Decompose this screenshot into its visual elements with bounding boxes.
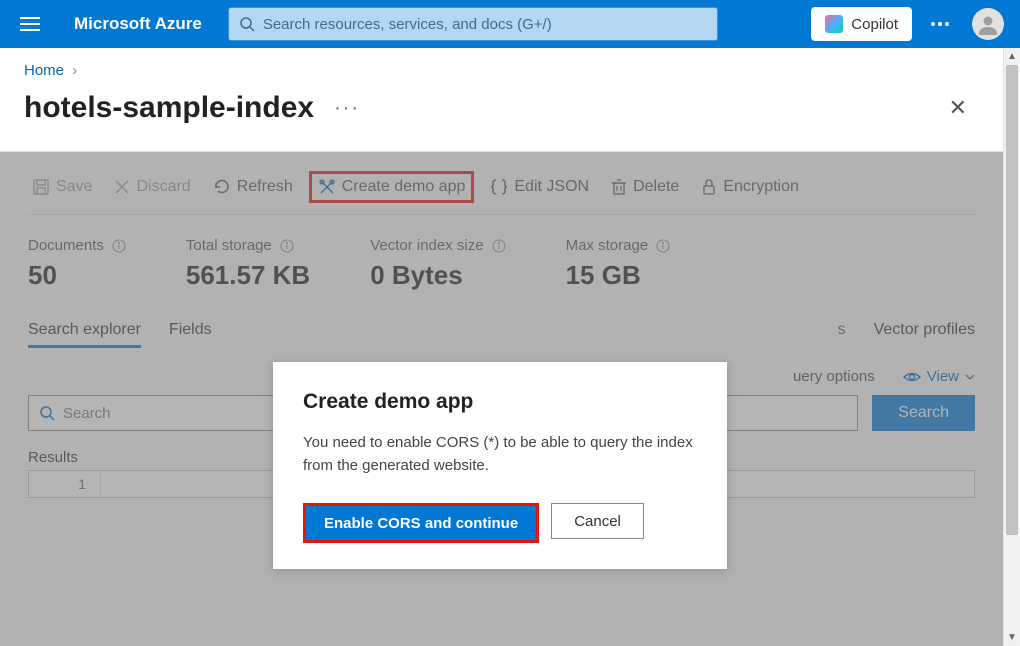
- copilot-label: Copilot: [851, 16, 898, 33]
- avatar-icon: [972, 8, 1004, 40]
- global-search[interactable]: [228, 7, 718, 41]
- account-avatar[interactable]: [968, 4, 1008, 44]
- menu-button[interactable]: [12, 6, 48, 42]
- scroll-up-button[interactable]: ▲: [1004, 48, 1020, 65]
- page-header: hotels-sample-index ··· ✕: [0, 85, 1003, 151]
- global-search-input[interactable]: [263, 16, 707, 33]
- vertical-scrollbar[interactable]: ▲ ▼: [1003, 48, 1020, 646]
- azure-topbar: Microsoft Azure Copilot: [0, 0, 1020, 48]
- modal-title: Create demo app: [303, 390, 697, 414]
- modal-body: You need to enable CORS (*) to be able t…: [303, 432, 697, 477]
- copilot-icon: [825, 15, 843, 33]
- more-menu[interactable]: [920, 4, 960, 44]
- breadcrumb: Home ›: [0, 48, 1003, 85]
- enable-cors-button[interactable]: Enable CORS and continue: [303, 503, 539, 543]
- breadcrumb-home[interactable]: Home: [24, 62, 64, 79]
- search-icon: [239, 16, 255, 32]
- scroll-down-button[interactable]: ▼: [1004, 629, 1020, 646]
- create-demo-modal: Create demo app You need to enable CORS …: [273, 362, 727, 569]
- copilot-button[interactable]: Copilot: [811, 7, 912, 41]
- chevron-right-icon: ›: [72, 62, 77, 79]
- page-title: hotels-sample-index: [24, 91, 314, 125]
- page-more-menu[interactable]: ···: [334, 97, 360, 120]
- scroll-track[interactable]: [1004, 65, 1020, 629]
- scroll-thumb[interactable]: [1006, 65, 1018, 535]
- close-button[interactable]: ✕: [937, 89, 979, 127]
- modal-actions: Enable CORS and continue Cancel: [303, 503, 697, 543]
- cancel-button[interactable]: Cancel: [551, 503, 644, 539]
- brand-label[interactable]: Microsoft Azure: [74, 14, 202, 34]
